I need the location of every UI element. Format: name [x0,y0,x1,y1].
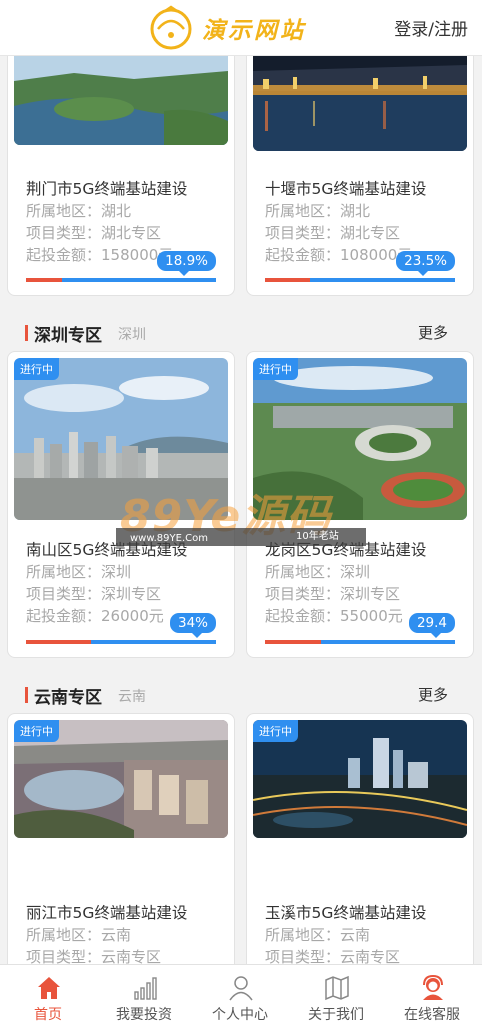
project-title: 玉溪市5G终端基站建设 [265,904,427,922]
project-image: 进行中 [253,358,467,520]
logo-text: 演示网站 [202,18,306,44]
progress-bar [265,640,455,644]
project-region: 所属地区：云南 [26,926,132,944]
section-header-shenzhen: 深圳专区 深圳 更多 [0,310,482,354]
project-region: 所属地区：湖北 [265,202,371,220]
top-header: 演示网站 登录/注册 [0,0,482,56]
home-icon [38,977,60,999]
site-logo[interactable]: 演示网站 [148,4,306,52]
section-title: 深圳专区 [34,326,102,346]
progress-percent-badge: 34% [169,613,216,638]
tab-customer-service[interactable]: 在线客服 [384,965,480,1031]
project-title: 十堰市5G终端基站建设 [265,180,427,198]
status-tag: 进行中 [14,358,59,380]
progress-bar [26,640,216,644]
tab-invest[interactable]: 我要投资 [96,965,192,1031]
customer-service-icon [423,975,443,1000]
project-title: 龙岗区5G终端基站建设 [265,541,427,559]
page: 演示网站 登录/注册 荆门市5G终端基站建设 所属地区：湖北 项目类型：湖北专区… [0,0,482,1031]
project-region: 所属地区：深圳 [26,563,132,581]
project-type: 项目类型：湖北专区 [26,224,162,242]
tab-profile[interactable]: 个人中心 [192,965,288,1031]
more-link[interactable]: 更多 [418,322,448,343]
progress-percent-badge: 23.5% [396,251,455,276]
map-book-icon [325,975,349,1001]
logo-bell-icon [150,5,192,50]
project-title: 南山区5G终端基站建设 [26,541,188,559]
project-type: 项目类型：深圳专区 [26,585,162,603]
project-amount: 起投金额：26000元 [26,607,164,625]
project-region: 所属地区：湖北 [26,202,132,220]
project-amount: 起投金额：108000元 [265,246,413,264]
tab-home[interactable]: 首页 [0,965,96,1031]
project-image: 进行中 [14,720,228,838]
project-image: 进行中 [14,358,228,520]
project-region: 所属地区：云南 [265,926,371,944]
tab-label: 在线客服 [404,1007,460,1023]
section-accent-bar [25,325,28,341]
progress-percent-badge: 18.9% [157,251,216,276]
project-title: 丽江市5G终端基站建设 [26,904,188,922]
section-accent-bar [25,687,28,703]
project-amount: 起投金额：158000元 [26,246,174,264]
section-title: 云南专区 [34,688,102,708]
project-image [14,51,228,145]
project-image: 进行中 [253,720,467,838]
status-tag: 进行中 [14,720,59,742]
section-subtitle: 云南 [118,689,146,705]
bottom-tab-bar: 首页 我要投资 个人中心 关于我们 在线客服 [0,964,482,1031]
project-type: 项目类型：深圳专区 [265,585,401,603]
project-card[interactable]: 进行中 龙岗区5G终端基站建设 所属地区：深圳 项目类型：深圳专区 起投金额：5… [246,351,474,658]
login-register-link[interactable]: 登录/注册 [394,15,468,40]
tab-label: 关于我们 [308,1007,364,1023]
project-card[interactable]: 荆门市5G终端基站建设 所属地区：湖北 项目类型：湖北专区 起投金额：15800… [7,44,235,296]
more-link[interactable]: 更多 [418,684,448,705]
project-amount: 起投金额：55000元 [265,607,403,625]
progress-percent-badge: 29.4 [408,613,455,638]
project-title: 荆门市5G终端基站建设 [26,180,188,198]
tab-label: 首页 [34,1007,62,1023]
project-image [253,51,467,151]
user-icon [229,976,253,1001]
tab-about[interactable]: 关于我们 [288,965,384,1031]
project-card[interactable]: 进行中 南山区5G终端基站建设 所属地区：深圳 项目类型：深圳专区 起投金额：2… [7,351,235,658]
section-subtitle: 深圳 [118,327,146,343]
project-type: 项目类型：湖北专区 [265,224,401,242]
status-tag: 进行中 [253,358,298,380]
progress-bar [265,278,455,282]
project-region: 所属地区：深圳 [265,563,371,581]
tab-label: 个人中心 [212,1007,268,1023]
status-tag: 进行中 [253,720,298,742]
tab-label: 我要投资 [116,1007,172,1023]
progress-bar [26,278,216,282]
project-card[interactable]: 十堰市5G终端基站建设 所属地区：湖北 项目类型：湖北专区 起投金额：10800… [246,44,474,296]
section-header-yunnan: 云南专区 云南 更多 [0,672,482,716]
bar-chart-icon [134,977,157,1000]
